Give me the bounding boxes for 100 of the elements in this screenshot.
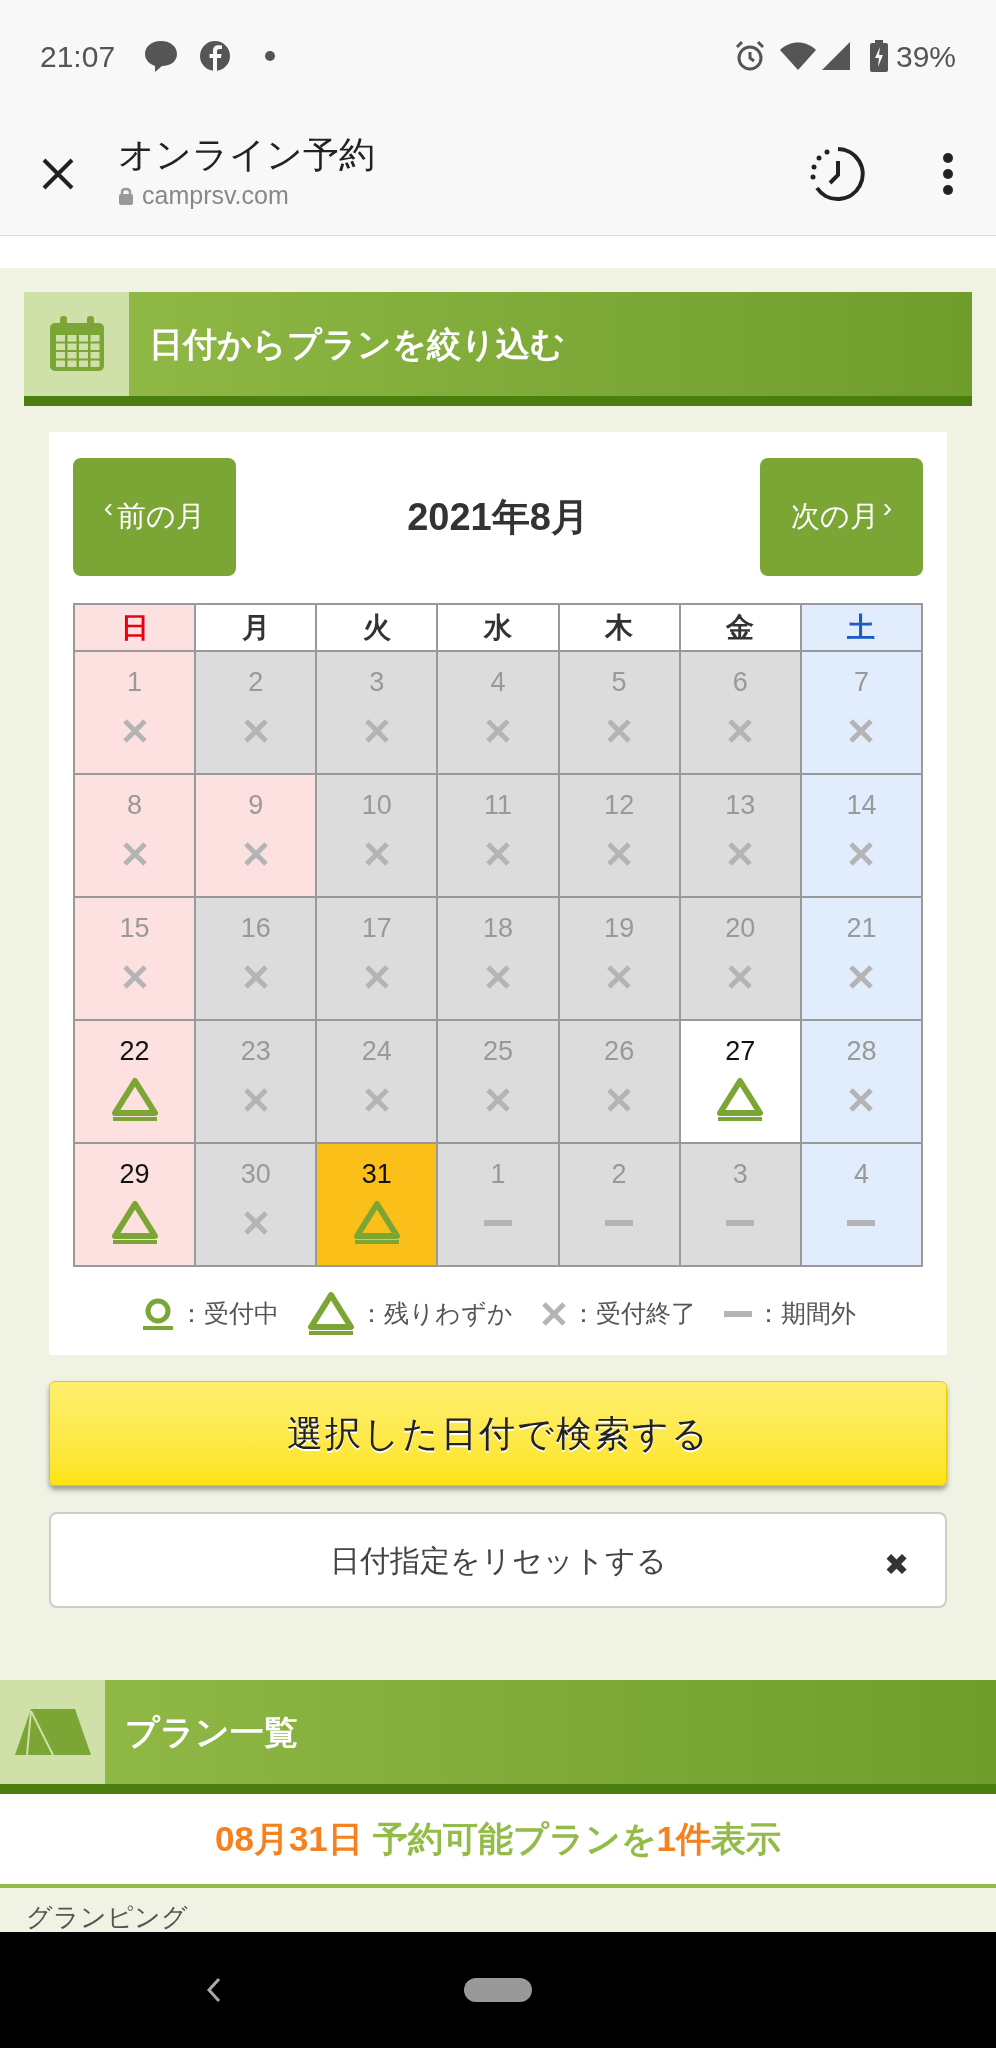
section-title: 日付からプランを絞り込む xyxy=(148,323,565,365)
calendar-day[interactable]: 26 xyxy=(559,1021,681,1144)
lock-icon xyxy=(118,186,134,205)
calendar-day[interactable]: 22 xyxy=(75,1021,197,1144)
calendar-day[interactable]: 7 xyxy=(801,652,923,775)
calendar-day[interactable]: 8 xyxy=(75,775,197,898)
dash-icon xyxy=(723,1311,752,1317)
calendar-day[interactable]: 2 xyxy=(196,652,318,775)
calendar-day[interactable]: 6 xyxy=(680,652,802,775)
calendar-day[interactable]: 11 xyxy=(438,775,560,898)
calendar-day[interactable]: 4 xyxy=(801,1144,923,1267)
calendar-day[interactable]: 25 xyxy=(438,1021,560,1144)
weekday-header: 日 xyxy=(75,605,197,652)
legend-label: ：受付終了 xyxy=(570,1298,696,1330)
battery-icon xyxy=(869,40,888,72)
calendar-day[interactable]: 14 xyxy=(801,775,923,898)
chat-app-icon xyxy=(143,39,180,73)
social-app-icon xyxy=(199,40,232,72)
calendar-day[interactable]: 4 xyxy=(438,652,560,775)
calendar-day[interactable]: 3 xyxy=(317,652,439,775)
calendar-day[interactable]: 13 xyxy=(680,775,802,898)
calendar-day[interactable]: 23 xyxy=(196,1021,318,1144)
calendar-day[interactable]: 30 xyxy=(196,1144,318,1267)
weekday-header: 火 xyxy=(317,605,439,652)
cross-icon xyxy=(121,717,148,744)
triangle-icon xyxy=(716,1076,765,1123)
weekday-header: 木 xyxy=(559,605,681,652)
legend-label: ：受付中 xyxy=(178,1298,279,1330)
calendar-day[interactable]: 27 xyxy=(680,1021,802,1144)
cross-icon xyxy=(242,840,269,867)
calendar-day[interactable]: 1 xyxy=(75,652,197,775)
dash-icon xyxy=(726,1219,755,1226)
cross-icon xyxy=(848,840,875,867)
cross-icon xyxy=(485,1086,511,1113)
triangle-icon xyxy=(110,1199,159,1246)
reset-button[interactable]: 日付指定をリセットする ✖ xyxy=(49,1512,947,1608)
calendar-day[interactable]: 19 xyxy=(559,898,681,1021)
calendar-day[interactable]: 3 xyxy=(680,1144,802,1267)
month-title: 2021年8月 xyxy=(407,494,589,540)
cross-icon xyxy=(242,1086,269,1113)
signal-icon xyxy=(821,42,850,70)
cross-icon xyxy=(727,717,754,744)
calendar-day[interactable]: 20 xyxy=(680,898,802,1021)
page-url: camprsv.com xyxy=(142,179,289,211)
cross-icon xyxy=(242,1209,269,1236)
calendar-day[interactable]: 16 xyxy=(196,898,318,1021)
cross-icon xyxy=(606,717,633,744)
cross-icon xyxy=(363,717,390,744)
calendar-day[interactable]: 2 xyxy=(559,1144,681,1267)
calendar-day[interactable]: 12 xyxy=(559,775,681,898)
cross-icon xyxy=(485,963,511,990)
cross-icon xyxy=(848,1086,875,1113)
cross-icon xyxy=(485,717,511,744)
back-icon[interactable] xyxy=(206,1977,222,2003)
cross-icon xyxy=(606,840,633,867)
calendar-day[interactable]: 1 xyxy=(438,1144,560,1267)
cross-icon xyxy=(242,963,269,990)
circle-icon xyxy=(140,1297,175,1331)
calendar-day[interactable]: 28 xyxy=(801,1021,923,1144)
wifi-icon xyxy=(779,42,816,70)
cross-icon xyxy=(121,963,148,990)
cross-icon xyxy=(606,963,633,990)
cross-icon xyxy=(363,840,390,867)
triangle-icon xyxy=(110,1076,159,1123)
cross-icon xyxy=(606,1086,633,1113)
close-icon xyxy=(41,156,75,191)
status-time: 21:07 xyxy=(40,38,116,75)
cross-icon xyxy=(848,717,875,744)
close-icon: ✖ xyxy=(884,1542,909,1587)
page-title: オンライン予約 xyxy=(118,132,375,177)
cross-icon xyxy=(848,963,875,990)
weekday-header: 金 xyxy=(680,605,802,652)
calendar-day[interactable]: 31 xyxy=(317,1144,439,1267)
prev-month-button[interactable]: ‹前の月 xyxy=(73,458,236,576)
plan-summary: 08月31日 予約可能プランを1件表示 xyxy=(0,1794,996,1888)
triangle-icon xyxy=(306,1291,355,1337)
calendar-day[interactable]: 18 xyxy=(438,898,560,1021)
next-month-button[interactable]: 次の月› xyxy=(760,458,923,576)
calendar-day[interactable]: 17 xyxy=(317,898,439,1021)
cross-icon xyxy=(485,840,511,867)
legend-label: ：期間外 xyxy=(755,1298,856,1330)
cross-icon xyxy=(242,717,269,744)
calendar-day[interactable]: 5 xyxy=(559,652,681,775)
battery-level: 39% xyxy=(895,38,956,75)
more-icon xyxy=(942,151,954,196)
calendar-day[interactable]: 29 xyxy=(75,1144,197,1267)
clock-icon xyxy=(809,144,867,203)
calendar-day[interactable]: 24 xyxy=(317,1021,439,1144)
weekday-header: 水 xyxy=(438,605,560,652)
calendar-day[interactable]: 10 xyxy=(317,775,439,898)
legend-label: ：残りわずか xyxy=(358,1298,513,1330)
calendar-day[interactable]: 21 xyxy=(801,898,923,1021)
dash-icon xyxy=(605,1219,634,1226)
calendar-day[interactable]: 15 xyxy=(75,898,197,1021)
category-label: グランピング xyxy=(26,1902,188,1932)
home-pill[interactable] xyxy=(464,1978,532,2002)
calendar-day[interactable]: 9 xyxy=(196,775,318,898)
dot-icon xyxy=(265,51,276,61)
search-button[interactable]: 選択した日付で検索する xyxy=(49,1381,947,1486)
dash-icon xyxy=(847,1219,876,1226)
